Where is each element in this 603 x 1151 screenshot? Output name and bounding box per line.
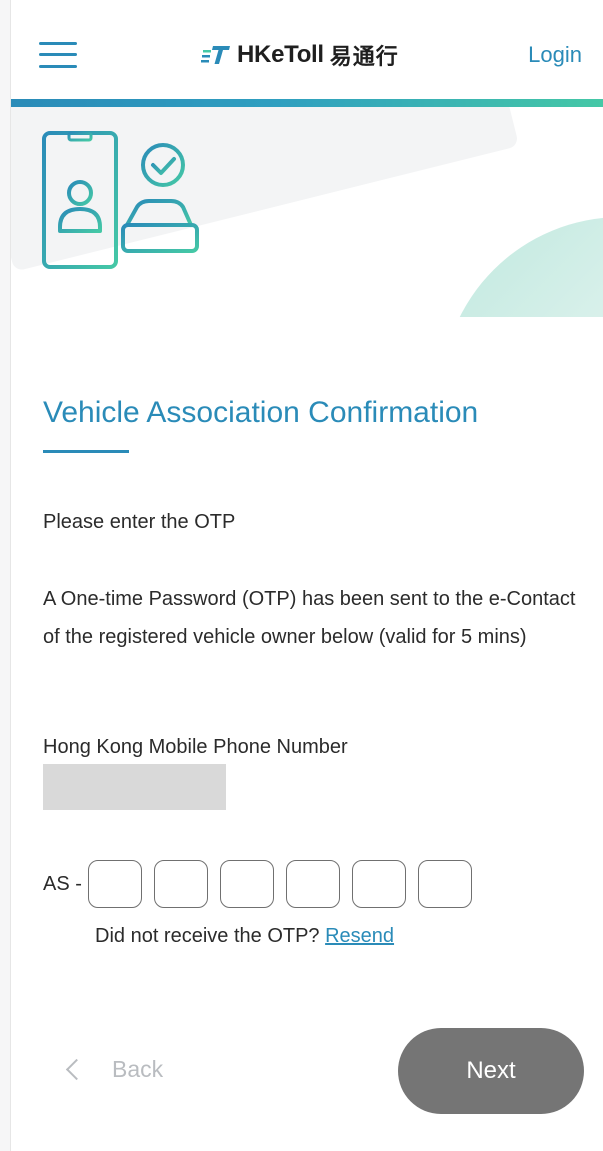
otp-digit-6[interactable] — [417, 860, 472, 908]
resend-line: Did not receive the OTP? Resend — [95, 925, 394, 948]
login-link[interactable]: Login — [528, 42, 582, 68]
otp-digit-1[interactable] — [87, 860, 142, 908]
otp-info-text: A One-time Password (OTP) has been sent … — [43, 588, 576, 648]
hketoll-logo-icon — [201, 46, 230, 64]
otp-digit-3[interactable] — [219, 860, 274, 908]
otp-instruction: Please enter the OTP — [43, 511, 236, 533]
next-button[interactable]: Next — [398, 1028, 584, 1114]
header: HKeToll 易通行 Login — [11, 0, 603, 100]
header-accent-bar — [11, 99, 603, 107]
otp-digit-4[interactable] — [285, 860, 340, 908]
logo-name: HKeToll — [237, 41, 324, 68]
otp-input-row: AS - — [43, 858, 484, 910]
chevron-left-icon — [65, 1058, 88, 1081]
resend-link[interactable]: Resend — [325, 925, 394, 947]
masked-phone-number — [43, 764, 226, 810]
phone-label: Hong Kong Mobile Phone Number — [43, 736, 348, 758]
phone-user-car-check-icon — [42, 131, 199, 269]
page: HKeToll 易通行 Login Vehicle Association Co… — [10, 0, 603, 1151]
logo-chinese-name: 易通行 — [329, 44, 399, 69]
hero-banner — [11, 107, 603, 317]
title-underline — [43, 450, 129, 453]
otp-prefix: AS - — [43, 872, 82, 895]
resend-prompt: Did not receive the OTP? — [95, 925, 326, 947]
hero-decorative-arc — [441, 217, 603, 317]
otp-digit-2[interactable] — [153, 860, 208, 908]
page-title: Vehicle Association Confirmation — [43, 396, 479, 429]
otp-digit-5[interactable] — [351, 860, 406, 908]
back-button[interactable]: Back — [65, 1056, 164, 1083]
logo: HKeToll 易通行 — [201, 40, 399, 70]
hamburger-icon[interactable] — [39, 38, 77, 72]
back-label: Back — [112, 1056, 164, 1082]
